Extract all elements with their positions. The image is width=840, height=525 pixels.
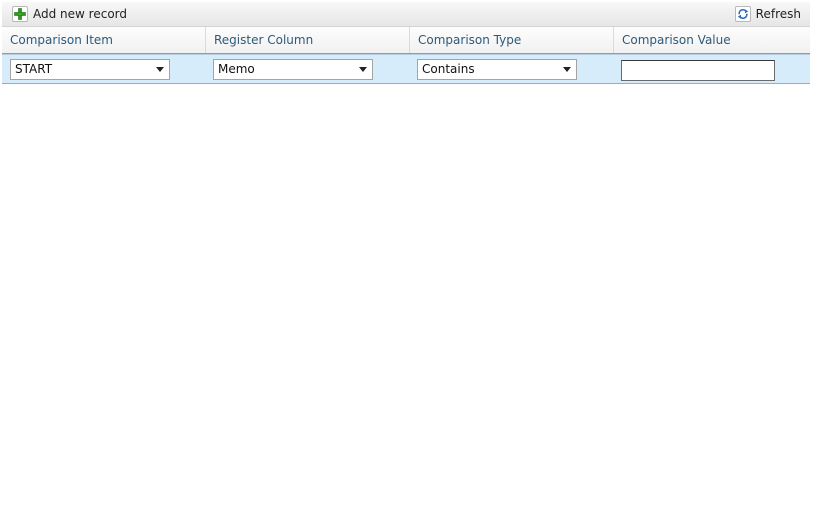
chevron-down-icon[interactable] bbox=[563, 67, 571, 72]
comparison-value-input[interactable] bbox=[621, 59, 775, 81]
comparison-type-value: Contains bbox=[422, 62, 475, 76]
comparison-item-dropdown[interactable]: START bbox=[10, 59, 170, 80]
grid-toolbar: Add new record Refresh bbox=[2, 2, 810, 27]
cell-comparison-type: Contains bbox=[409, 55, 613, 83]
cell-comparison-item: START bbox=[2, 55, 205, 83]
refresh-icon bbox=[734, 6, 751, 22]
register-column-dropdown[interactable]: Memo bbox=[213, 59, 373, 80]
cell-comparison-value bbox=[613, 55, 810, 83]
comparison-type-dropdown[interactable]: Contains bbox=[417, 59, 577, 80]
refresh-label: Refresh bbox=[755, 7, 801, 21]
table-row: START Memo Contains bbox=[2, 54, 810, 83]
plus-icon bbox=[12, 6, 28, 22]
cell-register-column: Memo bbox=[205, 55, 409, 83]
add-new-record-button[interactable]: Add new record bbox=[12, 2, 127, 26]
column-header-comparison-value[interactable]: Comparison Value bbox=[613, 27, 810, 53]
chevron-down-icon[interactable] bbox=[156, 67, 164, 72]
refresh-button[interactable]: Refresh bbox=[734, 2, 801, 26]
grid-header: Comparison Item Register Column Comparis… bbox=[2, 27, 810, 54]
comparison-item-value: START bbox=[15, 62, 53, 76]
column-header-comparison-item[interactable]: Comparison Item bbox=[2, 27, 205, 53]
grid: Add new record Refresh Comparison Item R… bbox=[2, 2, 810, 84]
register-column-value: Memo bbox=[218, 62, 255, 76]
column-header-comparison-type[interactable]: Comparison Type bbox=[409, 27, 613, 53]
add-new-record-label: Add new record bbox=[33, 7, 127, 21]
column-header-register-column[interactable]: Register Column bbox=[205, 27, 409, 53]
chevron-down-icon[interactable] bbox=[359, 67, 367, 72]
